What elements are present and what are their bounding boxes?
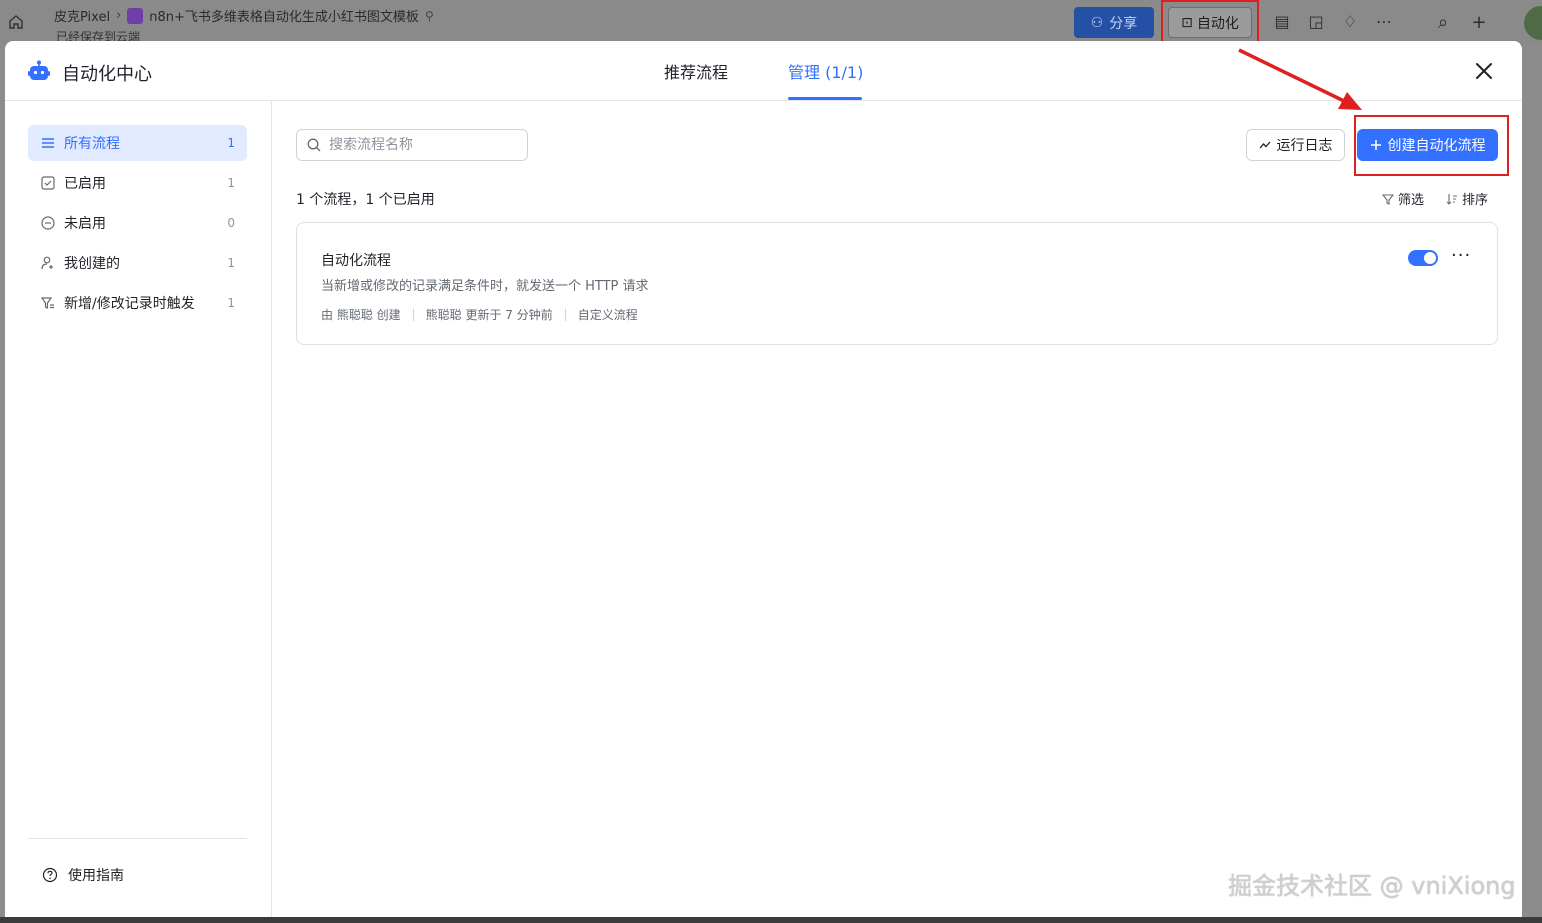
breadcrumb: 皮克Pixel › n8n+飞书多维表格自动化生成小红书图文模板 ⚲ [54,6,434,25]
sidebar-item-label: 已启用 [64,176,106,192]
breadcrumb-document[interactable]: n8n+飞书多维表格自动化生成小红书图文模板 [149,6,419,25]
workflow-updated: 熊聪聪 更新于 7 分钟前 [425,308,553,322]
share-label: 分享 [1109,15,1138,32]
workflow-name: 自动化流程 [321,253,391,269]
filter-button[interactable]: 筛选 [1382,189,1424,208]
meta-divider [412,308,414,321]
sidebar-item-count: 0 [227,216,235,230]
home-icon[interactable] [8,14,24,30]
more-icon[interactable]: ⋯ [1374,11,1394,31]
sidebar-item-label: 我创建的 [64,256,120,272]
active-tab-indicator [788,97,862,100]
bell-icon[interactable]: ♢ [1340,11,1360,31]
search-box[interactable] [296,129,528,161]
user-add-icon [40,255,56,271]
share-button[interactable]: ⚇ 分享 [1074,7,1154,38]
sidebar-item-label: 未启用 [64,216,106,232]
sidebar-item-label: 新增/修改记录时触发 [64,296,195,312]
usage-guide-label: 使用指南 [68,868,124,884]
sidebar-item-disabled[interactable]: 未启用 0 [28,205,247,241]
minus-circle-icon [40,215,56,231]
tab-recommended[interactable]: 推荐流程 [664,59,728,83]
sort-label: 排序 [1462,193,1489,208]
avatar[interactable] [1524,6,1542,40]
pin-icon[interactable]: ⚲ [425,9,434,23]
tab-manage[interactable]: 管理 (1/1) [788,59,863,83]
background-app-header: 皮克Pixel › n8n+飞书多维表格自动化生成小红书图文模板 ⚲ 已经保存到… [0,0,1542,44]
automation-center-modal: 自动化中心 推荐流程 管理 (1/1) 所有流程 1 已启用 1 未启用 0 我… [5,41,1522,917]
header-actions: ⌕ + [1432,11,1490,33]
trend-icon [1259,141,1270,149]
document-icon[interactable]: ▤ [1272,11,1292,31]
filter-icon [1382,193,1394,205]
workflow-meta: 由 熊聪聪 创建 熊聪聪 更新于 7 分钟前 自定义流程 [321,306,638,323]
trigger-filter-icon [40,295,56,311]
annotation-highlight-create [1354,115,1509,176]
sidebar-item-created-by-me[interactable]: 我创建的 1 [28,245,247,281]
sort-icon [1446,193,1457,205]
meta-divider [564,308,566,321]
sidebar-item-count: 1 [227,136,235,150]
sidebar-item-count: 1 [227,176,235,190]
sort-button[interactable]: 排序 [1446,189,1488,208]
workflow-enable-toggle[interactable] [1408,250,1438,266]
sidebar-divider [28,838,247,839]
workflow-summary: 1 个流程，1 个已启用 [296,192,435,208]
modal-header: 自动化中心 推荐流程 管理 (1/1) [5,41,1522,101]
sidebar-item-enabled[interactable]: 已启用 1 [28,165,247,201]
background-bottom-edge [0,917,1542,923]
search-icon[interactable]: ⌕ [1432,11,1454,33]
search-icon [307,138,321,152]
run-log-button[interactable]: 运行日志 [1246,129,1345,161]
sidebar-item-all[interactable]: 所有流程 1 [28,125,247,161]
usage-guide-link[interactable]: 使用指南 [42,865,124,885]
annotation-highlight-automation [1161,0,1259,44]
sidebar-item-label: 所有流程 [64,136,120,152]
modal-title: 自动化中心 [62,64,152,85]
sidebar: 所有流程 1 已启用 1 未启用 0 我创建的 1 新增/修改记录时触发 1 使… [5,101,272,917]
workflow-description: 当新增或修改的记录满足条件时，就发送一个 HTTP 请求 [321,279,649,294]
workflow-type: 自定义流程 [577,308,638,322]
run-log-label: 运行日志 [1276,138,1333,154]
more-icon[interactable]: ··· [1451,245,1471,266]
plugin-icon[interactable]: ◲ [1306,11,1326,31]
chevron-right-icon: › [116,8,122,23]
filter-label: 筛选 [1398,193,1425,208]
plus-icon[interactable]: + [1468,11,1490,33]
users-icon: ⚇ [1090,14,1104,31]
workflow-card[interactable]: 自动化流程 当新增或修改的记录满足条件时，就发送一个 HTTP 请求 由 熊聪聪… [296,222,1498,345]
help-circle-icon [42,867,58,883]
toolbar-icons: ▤ ◲ ♢ ⋯ [1272,11,1394,31]
close-icon[interactable] [1472,59,1496,83]
checkbox-icon [40,175,56,191]
sidebar-item-count: 1 [227,296,235,310]
sidebar-item-count: 1 [227,256,235,270]
workflow-creator: 由 熊聪聪 创建 [321,308,401,322]
search-input[interactable] [329,137,509,153]
watermark: 掘金技术社区 @ vniXiong [1228,872,1516,900]
robot-logo-icon [28,60,50,80]
base-doc-icon [127,7,144,24]
breadcrumb-workspace[interactable]: 皮克Pixel [54,6,110,25]
sidebar-item-record-trigger[interactable]: 新增/修改记录时触发 1 [28,285,247,321]
list-icon [40,135,56,151]
background-right-edge [1522,44,1542,923]
